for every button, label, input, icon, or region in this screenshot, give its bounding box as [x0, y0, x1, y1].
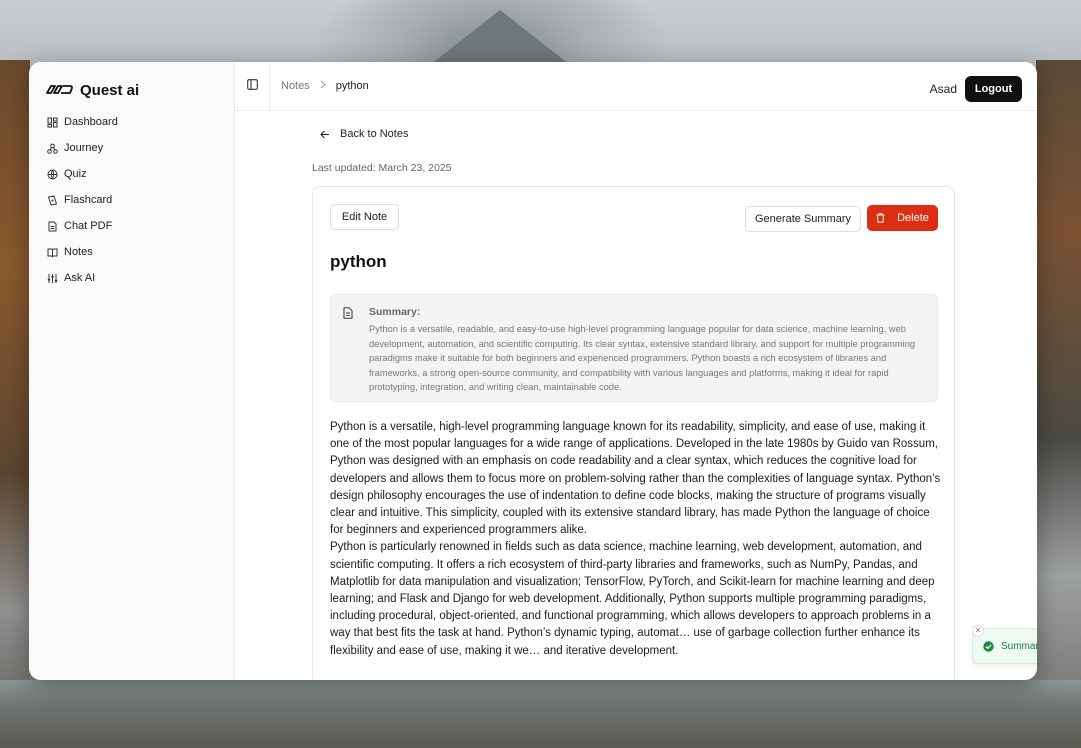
note-title: python	[330, 252, 387, 271]
back-label: Back to Notes	[340, 128, 409, 140]
dashboard-icon	[47, 117, 58, 128]
document-icon	[343, 306, 353, 324]
success-toast: × Summary generated successfully	[972, 625, 1037, 664]
last-updated: Last updated: March 23, 2025	[312, 162, 452, 174]
toast-close-button[interactable]: ×	[972, 625, 984, 637]
summary-text: Python is a versatile, readable, and eas…	[369, 324, 916, 392]
main-area: Notes python Asad Logout Back to Notes L…	[235, 62, 1037, 680]
logout-button[interactable]: Logout	[965, 76, 1022, 102]
note-paragraph: Python is a versatile, high-level progra…	[330, 421, 941, 537]
sidebar-item-label: Dashboard	[64, 116, 118, 128]
sidebar-item-label: Quiz	[64, 168, 87, 180]
sidebar-item-flashcard[interactable]: Flashcard	[29, 187, 234, 213]
journey-icon	[47, 143, 58, 154]
check-circle-icon	[983, 640, 994, 652]
generate-summary-button[interactable]: Generate Summary	[745, 206, 861, 232]
toast-message: Summary generated successfully	[1001, 640, 1037, 652]
wallpaper-bottom	[0, 680, 1081, 748]
username: Asad	[929, 82, 957, 96]
sidebar: Quest ai Dashboard Journey Quiz Flashcar…	[29, 62, 235, 680]
user-area: Asad Logout	[930, 76, 1022, 102]
back-to-notes-link[interactable]: Back to Notes	[320, 128, 408, 140]
summary-box: Summary: Python is a versatile, readable…	[330, 294, 938, 402]
sidebar-item-label: Flashcard	[64, 194, 113, 206]
summary-label: Summary:	[369, 306, 421, 318]
sidebar-toggle-button[interactable]	[235, 62, 270, 111]
notes-icon	[47, 247, 58, 258]
breadcrumb-current: python	[335, 80, 369, 92]
sidebar-item-chat-pdf[interactable]: Chat PDF	[29, 213, 234, 239]
sidebar-item-label: Ask AI	[64, 272, 96, 284]
delete-button[interactable]: Delete	[867, 205, 938, 231]
wallpaper-right	[1036, 60, 1081, 748]
brand-name: Quest ai	[80, 81, 140, 99]
sidebar-item-label: Notes	[64, 246, 93, 258]
note-body: Python is a versatile, high-level progra…	[330, 419, 942, 660]
sidebar-nav: Dashboard Journey Quiz Flashcard Chat PD…	[29, 109, 234, 291]
trash-icon	[876, 213, 885, 223]
sidebar-item-ask-ai[interactable]: Ask AI	[29, 265, 234, 291]
breadcrumb-notes-link[interactable]: Notes	[281, 80, 310, 92]
top-bar: Notes python Asad Logout	[235, 62, 1037, 111]
arrow-left-icon	[320, 130, 330, 139]
sidebar-item-label: Journey	[64, 142, 104, 154]
edit-note-button[interactable]: Edit Note	[330, 204, 399, 230]
quiz-icon	[47, 169, 58, 180]
note-card: Edit Note Generate Summary Delete python…	[312, 186, 955, 680]
sidebar-item-notes[interactable]: Notes	[29, 239, 234, 265]
sidebar-item-label: Chat PDF	[64, 220, 113, 232]
sidebar-item-quiz[interactable]: Quiz	[29, 161, 234, 187]
pdf-icon	[47, 221, 58, 232]
note-paragraph: Python is particularly renowned in field…	[330, 541, 935, 657]
ask-ai-icon	[47, 273, 58, 284]
chevron-right-icon	[320, 80, 326, 92]
sidebar-toggle-icon	[246, 77, 258, 95]
wallpaper-mountain	[430, 10, 570, 65]
flashcard-icon	[47, 195, 58, 206]
note-content: Back to Notes Last updated: March 23, 20…	[235, 111, 1037, 680]
sidebar-item-dashboard[interactable]: Dashboard	[29, 109, 234, 135]
sidebar-item-journey[interactable]: Journey	[29, 135, 234, 161]
brand[interactable]: Quest ai	[29, 62, 234, 105]
app-window: Quest ai Dashboard Journey Quiz Flashcar…	[29, 62, 1037, 680]
wallpaper-left	[0, 60, 30, 748]
delete-label: Delete	[897, 212, 929, 224]
logo-icon	[45, 83, 74, 97]
breadcrumb: Notes python	[281, 80, 369, 92]
